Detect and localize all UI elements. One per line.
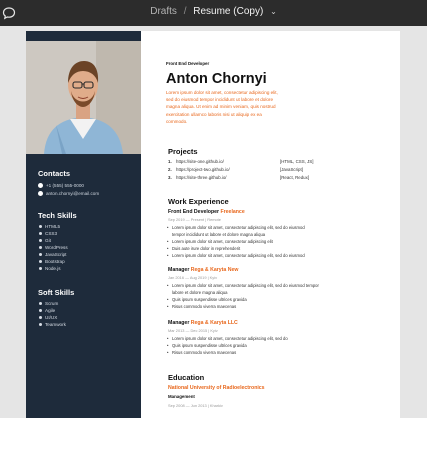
top-toolbar: Drafts / Resume (Copy) ⌄ <box>0 0 427 26</box>
job-bullet: Lorem ipsum dolor sit amet, consectetur … <box>167 253 305 258</box>
soft-skill-item: Scrum <box>39 301 58 306</box>
education-heading: Education <box>168 373 205 382</box>
candidate-name: Anton Chornyi <box>166 71 267 87</box>
project-row: 2. https://project-two.github.io/ [JavaSc… <box>168 167 303 172</box>
file-name[interactable]: Resume (Copy) <box>193 6 263 17</box>
resume-main: Front End Developer Anton Chornyi Lorem … <box>166 31 394 418</box>
person-illustration <box>26 41 141 154</box>
tech-skill-item: CSS3 <box>39 231 57 236</box>
job-title: Front End Developer Freelance <box>168 209 245 215</box>
design-canvas[interactable]: Contacts +1 (555) 555-0000 anton.chornyi… <box>0 26 427 418</box>
job-bullet: Risus commodo viverra maecenas <box>167 350 236 355</box>
tech-skill-item: Git <box>39 238 51 243</box>
job-bullet: Quis ipsum suspendisse ultrices gravida <box>167 343 247 348</box>
job-meta: Jan 2016 — Aug 2019 | Kyiv <box>168 275 218 280</box>
profile-photo <box>26 41 141 154</box>
role-label: Front End Developer <box>166 61 210 66</box>
breadcrumb-drafts[interactable]: Drafts <box>150 6 177 17</box>
breadcrumb-separator: / <box>183 6 187 17</box>
job-bullet: Lorem ipsum dolor sit amet, consectetur … <box>167 225 305 230</box>
contact-phone: +1 (555) 555-0000 <box>38 183 84 189</box>
resume-sidebar: Contacts +1 (555) 555-0000 anton.chornyi… <box>26 31 141 418</box>
resume-page[interactable]: Contacts +1 (555) 555-0000 anton.chornyi… <box>26 31 400 418</box>
project-row: 3. https://site-three.github.io/ [React, … <box>168 175 310 180</box>
chevron-down-icon[interactable]: ⌄ <box>270 7 277 16</box>
education-meta: Sep 2008 — Jun 2013 | Kharkiv <box>168 403 223 408</box>
tech-skill-item: HTML5 <box>39 224 60 229</box>
tech-skill-item: WordPress <box>39 245 68 250</box>
job-bullet: Lorem ipsum dolor sit amet, consectetur … <box>167 336 288 341</box>
job-meta: Sep 2019 — Present | Remote <box>168 217 221 222</box>
phone-icon <box>38 183 43 189</box>
contact-email: anton.chornyi@email.com <box>38 191 99 197</box>
job-title: Manager Rega & Karyta New <box>168 267 239 273</box>
intro-paragraph: Lorem ipsum dolor sit amet, consectetur … <box>166 90 278 124</box>
project-row: 1. https://site-one.github.io/ [HTML, CSS… <box>168 159 314 164</box>
education-school: National University of Radioelectronics <box>168 385 265 391</box>
tech-skill-item: Bootstrap <box>39 259 65 264</box>
soft-skill-item: UI/UX <box>39 315 57 320</box>
projects-heading: Projects <box>168 147 198 156</box>
experience-heading: Work Experience <box>168 197 229 206</box>
job-bullet: Quis ipsum suspendisse ultrices gravida <box>167 297 247 302</box>
job-meta: Mar 2013 — Dec 2015 | Kyiv <box>168 328 218 333</box>
education-degree: Management <box>168 394 195 399</box>
soft-skills-heading: Soft Skills <box>38 288 75 297</box>
contacts-heading: Contacts <box>38 169 71 178</box>
job-bullet: Duis aute irure dolor in reprehenderit <box>167 246 240 251</box>
soft-skill-item: Agile <box>39 308 55 313</box>
bottom-area <box>0 418 427 450</box>
soft-skill-item: Teamwork <box>39 322 66 327</box>
tech-skill-item: JavaScript <box>39 252 66 257</box>
job-bullet: Lorem ipsum dolor sit amet, consectetur … <box>167 239 273 244</box>
tech-skill-item: Node.js <box>39 266 61 271</box>
job-bullet: Lorem ipsum dolor sit amet, consectetur … <box>167 283 319 288</box>
mail-icon <box>38 191 43 197</box>
breadcrumb: Drafts / Resume (Copy) ⌄ <box>0 6 427 17</box>
tech-skills-heading: Tech Skills <box>38 211 77 220</box>
job-bullet: tempor incididunt ut labore et dolore ma… <box>172 232 266 237</box>
job-bullet: labore et dolore magna aliqua <box>172 290 228 295</box>
job-bullet: Risus commodo viverra maecenas <box>167 304 236 309</box>
job-title: Manager Rega & Karyta LLC <box>168 320 238 326</box>
